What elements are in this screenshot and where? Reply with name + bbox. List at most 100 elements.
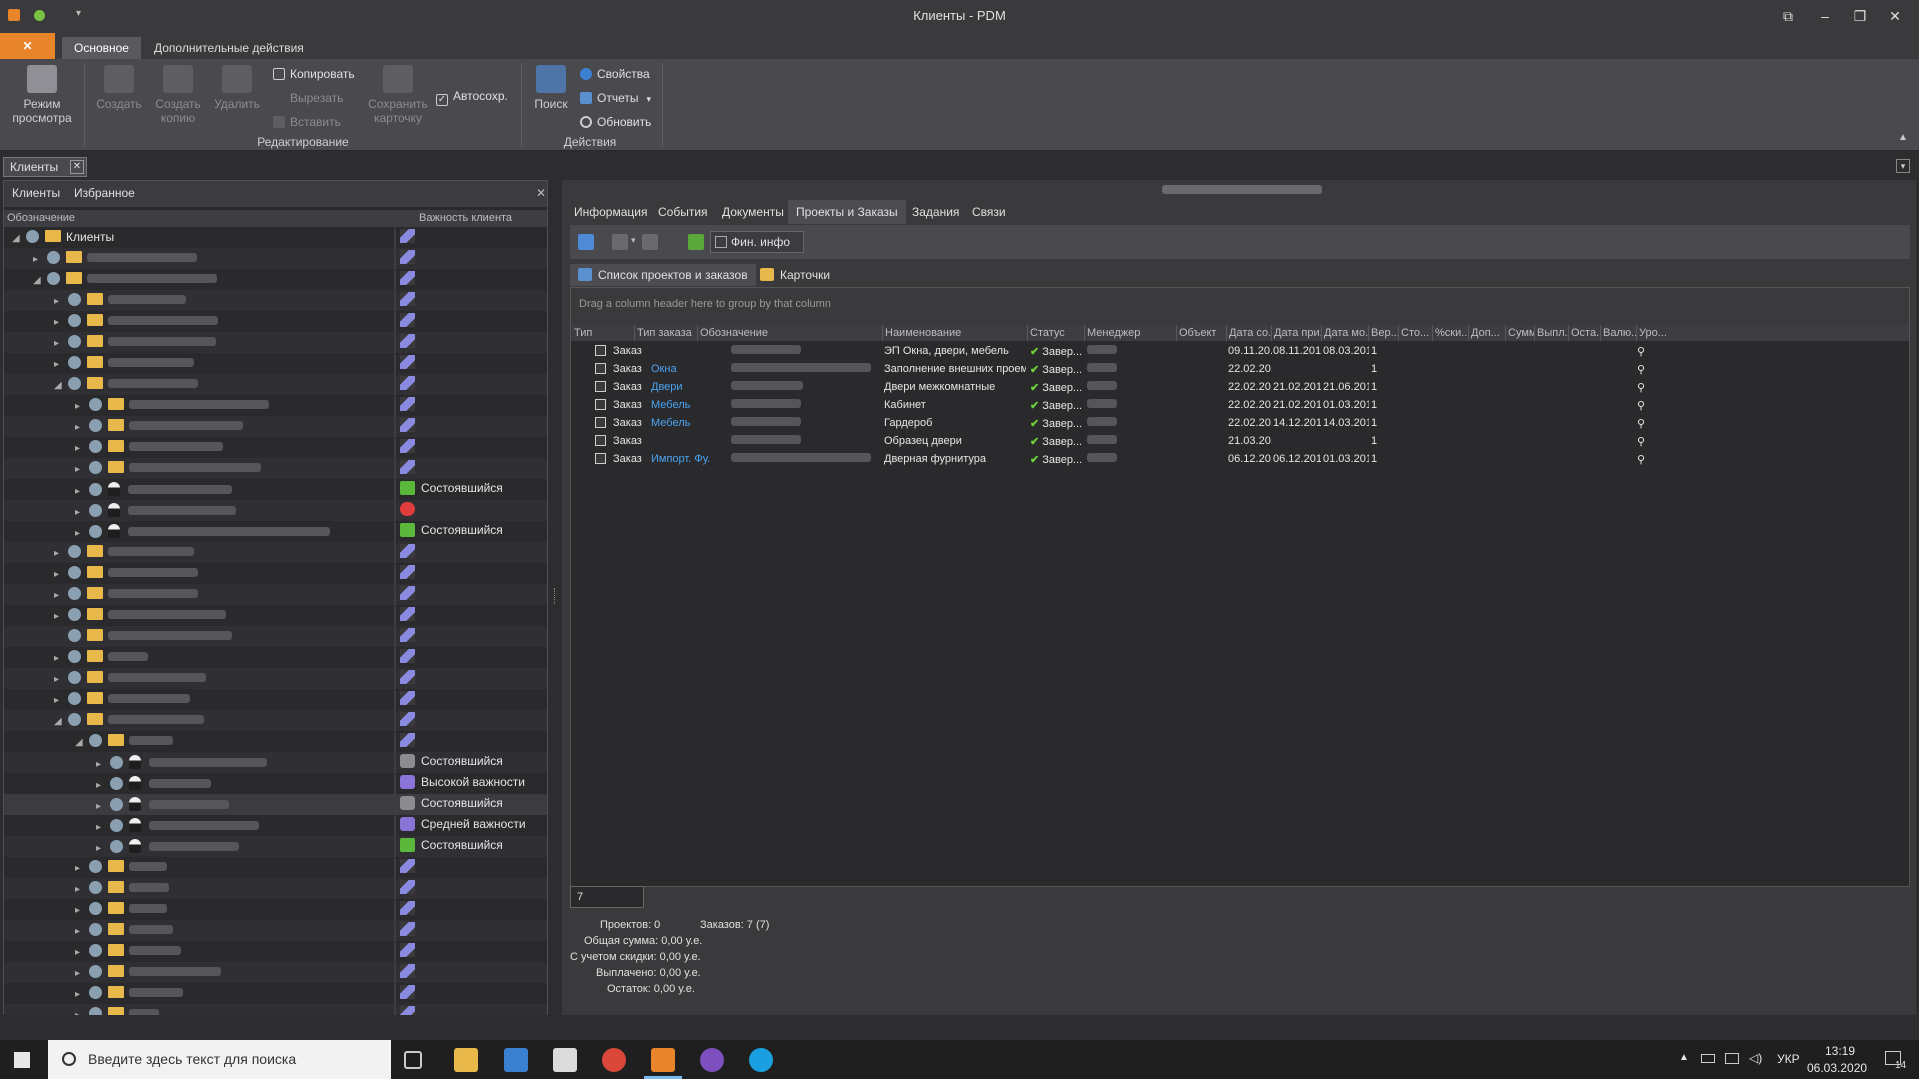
expand-icon[interactable]: ▸: [54, 653, 64, 664]
close-icon[interactable]: ✕: [536, 186, 546, 200]
search-button[interactable]: Поиск: [528, 65, 574, 111]
tree-row[interactable]: ▸ Состоявшийся: [4, 836, 547, 857]
tree-row[interactable]: ▸: [4, 899, 547, 920]
expand-icon[interactable]: ▸: [33, 254, 43, 265]
tree-node[interactable]: ▸: [54, 314, 218, 328]
column-separator[interactable]: [1636, 325, 1637, 341]
tree-row[interactable]: ◢: [4, 710, 547, 731]
expand-icon[interactable]: ▸: [54, 296, 64, 307]
tree-row[interactable]: ▸: [4, 395, 547, 416]
tree-row[interactable]: ▸: [4, 647, 547, 668]
column-separator[interactable]: [1027, 325, 1028, 341]
tree-row[interactable]: ▸: [4, 311, 547, 332]
tree-node[interactable]: ▸: [75, 440, 223, 454]
column-separator[interactable]: [1271, 325, 1272, 341]
column-separator[interactable]: [1600, 325, 1601, 341]
table-row[interactable]: Заказ Импорт. Фу... Дверная фурнитура ✔ Заве…: [571, 451, 1909, 469]
cell-order-type[interactable]: Мебель: [651, 399, 711, 411]
tree-node[interactable]: ▸: [75, 1007, 159, 1015]
view-mode-button[interactable]: Режим просмотра: [8, 65, 76, 125]
expand-icon[interactable]: ▸: [75, 989, 85, 1000]
column-header[interactable]: Объект: [1179, 327, 1227, 341]
expand-icon[interactable]: ▸: [75, 926, 85, 937]
attachment-icon[interactable]: ⚲: [1637, 382, 1645, 394]
taskbar-search-input[interactable]: Введите здесь текст для поиска: [48, 1040, 391, 1079]
tree-row[interactable]: ▸: [4, 500, 547, 521]
column-separator[interactable]: [1468, 325, 1469, 341]
tree-node[interactable]: ▸: [75, 482, 232, 497]
chevron-down-icon[interactable]: ▾: [631, 235, 636, 246]
tree-row[interactable]: ▸: [4, 437, 547, 458]
attachment-icon[interactable]: ⚲: [1637, 418, 1645, 430]
tab-list-dropdown-icon[interactable]: ▾: [1896, 159, 1910, 173]
pdm-app-icon[interactable]: [651, 1048, 675, 1072]
file-explorer-icon[interactable]: [454, 1048, 478, 1072]
properties-button[interactable]: Свойства: [580, 65, 650, 83]
language-indicator[interactable]: УКР: [1777, 1052, 1800, 1066]
column-header[interactable]: Статус: [1030, 327, 1084, 341]
save-card-button[interactable]: Сохранить карточку: [366, 65, 430, 125]
tree-node[interactable]: ◢: [33, 272, 217, 286]
paste-button[interactable]: Вставить: [273, 113, 341, 131]
column-separator[interactable]: [1176, 325, 1177, 341]
expand-icon[interactable]: ▸: [96, 843, 106, 854]
tree-row[interactable]: ▸: [4, 605, 547, 626]
subtab-cards[interactable]: Карточки: [752, 264, 838, 286]
tree-row[interactable]: ▸ Состоявшийся: [4, 479, 547, 500]
subtab-projects-list[interactable]: Список проектов и заказов: [570, 264, 756, 286]
attachment-icon[interactable]: ⚲: [1637, 454, 1645, 466]
table-row[interactable]: Заказ Окна Заполнение внешних проемов ✔ Заве…: [571, 361, 1909, 379]
column-header[interactable]: Дата при...: [1274, 327, 1321, 341]
table-row[interactable]: ЗаказМебельГардероб✔Завер...22.02.20...1…: [571, 415, 1909, 433]
tree-node[interactable]: ▸: [75, 860, 167, 874]
expand-icon[interactable]: ▸: [75, 422, 85, 433]
collapse-icon[interactable]: ◢: [33, 275, 43, 286]
column-header[interactable]: Сто...: [1401, 327, 1433, 341]
ribbon-tab-extra-actions[interactable]: Дополнительные действия: [142, 37, 316, 59]
add-icon[interactable]: [612, 234, 628, 250]
tree-node[interactable]: ▸: [54, 692, 190, 706]
task-view-icon[interactable]: [404, 1051, 422, 1069]
tree-node[interactable]: ▸: [54, 671, 206, 685]
expand-icon[interactable]: ▸: [54, 611, 64, 622]
viber-icon[interactable]: [700, 1048, 724, 1072]
create-button[interactable]: Создать: [94, 65, 144, 111]
tree-node[interactable]: ▸: [33, 251, 197, 265]
expand-icon[interactable]: ▸: [75, 884, 85, 895]
cell-order-type[interactable]: Мебель: [651, 417, 711, 429]
close-button[interactable]: ✕: [1885, 6, 1905, 26]
fin-info-checkbox[interactable]: Фин. инфо: [710, 231, 804, 253]
table-row[interactable]: Заказ Двери Двери межкомнатные ✔ Завер... 22.…: [571, 379, 1909, 397]
tree-node[interactable]: ◢ Клиенты: [12, 230, 114, 244]
doc-tab-clients[interactable]: Клиенты ✕: [3, 157, 87, 177]
app-menu-button[interactable]: ✕: [0, 33, 55, 59]
tab-events[interactable]: События: [650, 205, 716, 219]
close-icon[interactable]: ✕: [70, 160, 84, 174]
column-header[interactable]: Дата мо...: [1324, 327, 1368, 341]
column-separator[interactable]: [697, 325, 698, 341]
tree-row[interactable]: ▸: [4, 878, 547, 899]
group-by-area[interactable]: Drag a column header here to group by th…: [571, 288, 1909, 325]
tree-row[interactable]: ▸: [4, 584, 547, 605]
export-icon[interactable]: [688, 234, 704, 250]
tree-node[interactable]: [54, 629, 232, 643]
column-header[interactable]: Обозначение: [700, 327, 882, 341]
expand-icon[interactable]: ▸: [75, 1010, 85, 1015]
tree-row[interactable]: ▸: [4, 668, 547, 689]
tree-row[interactable]: ◢: [4, 731, 547, 752]
tree-node[interactable]: ▸: [96, 818, 259, 833]
column-header[interactable]: Оста...: [1571, 327, 1601, 341]
expand-icon[interactable]: ▸: [75, 443, 85, 454]
chrome-icon[interactable]: [602, 1048, 626, 1072]
maximize-button[interactable]: ❐: [1850, 6, 1870, 26]
tree-node[interactable]: ▸: [96, 839, 239, 854]
tree-row[interactable]: ◢: [4, 269, 547, 290]
expand-icon[interactable]: ▸: [75, 947, 85, 958]
collapse-icon[interactable]: ◢: [54, 380, 64, 391]
tab-links[interactable]: Связи: [964, 205, 1014, 219]
column-separator[interactable]: [1084, 325, 1085, 341]
tree-node[interactable]: ▸: [96, 755, 267, 770]
tab-documents[interactable]: Документы: [714, 205, 792, 219]
expand-icon[interactable]: ▸: [96, 801, 106, 812]
collapse-ribbon-icon[interactable]: ▲: [1898, 132, 1908, 143]
